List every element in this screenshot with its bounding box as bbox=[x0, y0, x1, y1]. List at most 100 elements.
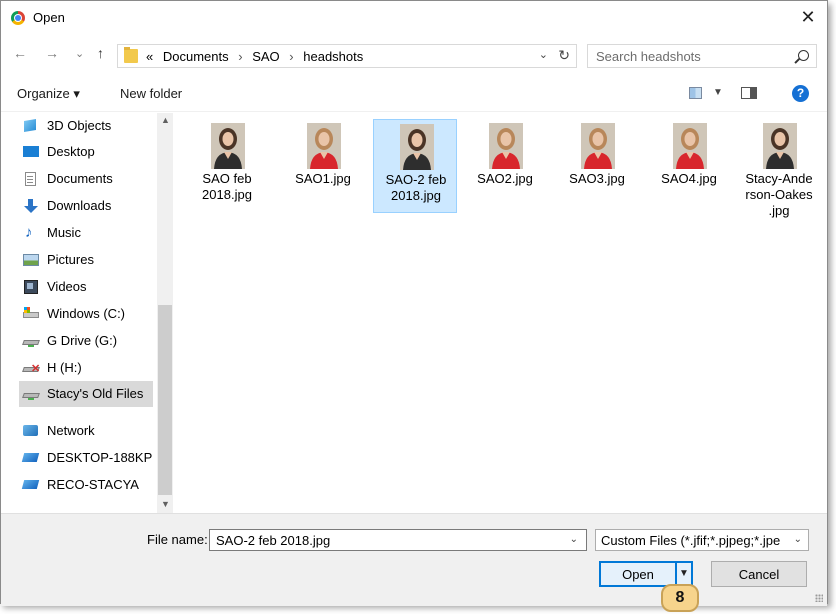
image-thumbnail bbox=[400, 124, 434, 170]
sidebar-item-pictures[interactable]: Pictures bbox=[19, 247, 153, 273]
back-button[interactable]: ← bbox=[13, 45, 27, 61]
sidebar-item-network[interactable]: Network bbox=[19, 418, 153, 444]
computer-icon bbox=[21, 478, 40, 491]
help-icon[interactable]: ? bbox=[792, 85, 809, 102]
change-view-icon[interactable] bbox=[689, 87, 702, 99]
image-thumbnail bbox=[489, 123, 523, 169]
breadcrumb-sao[interactable]: SAO bbox=[252, 49, 279, 64]
3d-objects-icon bbox=[23, 118, 39, 133]
image-thumbnail bbox=[581, 123, 615, 169]
chevron-right-icon[interactable]: › bbox=[289, 49, 293, 64]
cancel-button-label: Cancel bbox=[738, 567, 780, 582]
documents-icon bbox=[23, 172, 39, 186]
close-button[interactable]: ✕ bbox=[797, 6, 819, 28]
step-badge: 8 bbox=[661, 584, 699, 612]
open-button-label: Open bbox=[622, 567, 654, 582]
chevron-down-icon[interactable]: ⌄ bbox=[794, 534, 802, 545]
sidebar-item-label: Downloads bbox=[47, 198, 112, 213]
sidebar-item-label: Music bbox=[47, 225, 81, 240]
file-name-line: SAO-2 feb bbox=[385, 172, 447, 187]
sidebar-item-reco-stacya[interactable]: RECO-STACYA bbox=[19, 472, 153, 498]
scroll-down-icon[interactable]: ▼ bbox=[161, 499, 170, 509]
sidebar-item-label: H (H:) bbox=[47, 360, 82, 375]
music-icon: ♪ bbox=[25, 224, 33, 241]
file-item[interactable]: SAO3.jpg bbox=[555, 119, 639, 213]
breadcrumb-headshots[interactable]: headshots bbox=[303, 49, 363, 64]
chevron-right-icon[interactable]: › bbox=[238, 49, 242, 64]
file-item[interactable]: SAO-2 feb 2018.jpg bbox=[373, 119, 457, 213]
sidebar-item-label: Desktop bbox=[47, 144, 95, 159]
up-button[interactable]: ↑ bbox=[97, 45, 104, 61]
sidebar-item-g-drive-g[interactable]: G Drive (G:) bbox=[19, 328, 153, 354]
scrollbar-thumb[interactable] bbox=[158, 305, 172, 495]
sidebar-item-label: G Drive (G:) bbox=[47, 333, 118, 348]
organize-button[interactable]: Organize ▾ bbox=[17, 86, 80, 102]
file-name-line: SAO1.jpg bbox=[295, 171, 351, 186]
navigation-bar: ← → ⌄ ↑ « Documents › SAO › headshots ⌄ … bbox=[1, 41, 827, 71]
network-drive-icon bbox=[22, 334, 40, 347]
file-item[interactable]: SAO2.jpg bbox=[463, 119, 547, 213]
file-name-value[interactable]: SAO-2 feb 2018.jpg bbox=[216, 533, 330, 548]
desktop-icon bbox=[23, 145, 39, 158]
nav-scrollbar[interactable]: ▲ ▼ bbox=[157, 113, 173, 513]
file-name-line: Stacy-Ande bbox=[745, 171, 813, 186]
sidebar-item-windows-c[interactable]: Windows (C:) bbox=[19, 301, 153, 327]
sidebar-item-stacy-s-old-files[interactable]: Stacy's Old Files bbox=[19, 381, 153, 407]
command-bar: Organize ▾ New folder ▼ ? bbox=[1, 77, 827, 112]
open-button[interactable]: Open bbox=[599, 561, 677, 587]
new-folder-button[interactable]: New folder bbox=[120, 86, 182, 101]
dialog-footer: File name: SAO-2 feb 2018.jpg ⌄ Custom F… bbox=[1, 513, 827, 606]
sidebar-item-label: RECO-STACYA bbox=[47, 477, 139, 492]
search-icon bbox=[798, 50, 809, 61]
file-name-line: 2018.jpg bbox=[202, 187, 252, 202]
file-name-field[interactable]: SAO-2 feb 2018.jpg ⌄ bbox=[209, 529, 587, 551]
chevron-down-icon[interactable]: ⌄ bbox=[539, 48, 548, 61]
file-name-line: SAO2.jpg bbox=[477, 171, 533, 186]
sidebar-item-desktop[interactable]: Desktop bbox=[19, 139, 153, 165]
file-name-label: File name: bbox=[147, 532, 208, 547]
sidebar-item-desktop-188kp[interactable]: DESKTOP-188KP bbox=[19, 445, 153, 471]
file-item[interactable]: SAO4.jpg bbox=[647, 119, 731, 213]
sidebar-item-documents[interactable]: Documents bbox=[19, 166, 153, 192]
preview-pane-icon[interactable] bbox=[741, 87, 757, 99]
cancel-button[interactable]: Cancel bbox=[711, 561, 807, 587]
file-item[interactable]: Stacy-Ande rson-Oakes .jpg bbox=[737, 119, 821, 218]
file-name: SAO3.jpg bbox=[555, 171, 639, 187]
address-bar[interactable]: « Documents › SAO › headshots ⌄ ↻ bbox=[117, 44, 577, 68]
sidebar-item-label: Stacy's Old Files bbox=[47, 386, 144, 401]
file-name-line: 2018.jpg bbox=[391, 188, 441, 203]
sidebar-item-downloads[interactable]: Downloads bbox=[19, 193, 153, 219]
sidebar-item-label: DESKTOP-188KP bbox=[47, 450, 153, 465]
chevron-down-icon[interactable]: ⌄ bbox=[570, 534, 578, 545]
sidebar-item-videos[interactable]: Videos bbox=[19, 274, 153, 300]
recent-locations-button[interactable]: ⌄ bbox=[75, 47, 84, 60]
disconnected-drive-icon: ✕ bbox=[22, 361, 40, 375]
refresh-icon[interactable]: ↻ bbox=[558, 47, 570, 64]
file-item[interactable]: SAO feb 2018.jpg bbox=[185, 119, 269, 213]
search-input[interactable]: Search headshots bbox=[596, 49, 701, 64]
breadcrumb: « Documents › SAO › headshots bbox=[146, 49, 363, 64]
search-box[interactable]: Search headshots bbox=[587, 44, 817, 68]
file-name: SAO-2 feb 2018.jpg bbox=[374, 172, 458, 204]
file-name: SAO1.jpg bbox=[281, 171, 365, 187]
scroll-up-icon[interactable]: ▲ bbox=[161, 115, 170, 125]
sidebar-item-music[interactable]: ♪ Music bbox=[19, 220, 153, 246]
view-menu-arrow-icon[interactable]: ▼ bbox=[713, 87, 723, 98]
breadcrumb-overflow[interactable]: « bbox=[146, 49, 153, 64]
sidebar-item-label: Network bbox=[47, 423, 95, 438]
file-item[interactable]: SAO1.jpg bbox=[281, 119, 365, 213]
forward-button[interactable]: → bbox=[45, 45, 59, 61]
open-dialog: Open ✕ ← → ⌄ ↑ « Documents › SAO › heads… bbox=[0, 0, 828, 606]
file-type-select[interactable]: Custom Files (*.jfif;*.pjpeg;*.jpe ⌄ bbox=[595, 529, 809, 551]
sidebar-item-h-h[interactable]: ✕ H (H:) bbox=[19, 355, 153, 381]
file-name-line: SAO3.jpg bbox=[569, 171, 625, 186]
file-name: Stacy-Ande rson-Oakes .jpg bbox=[737, 171, 821, 219]
file-name-line: SAO feb bbox=[202, 171, 252, 186]
file-type-value[interactable]: Custom Files (*.jfif;*.pjpeg;*.jpe bbox=[601, 533, 787, 548]
file-name: SAO2.jpg bbox=[463, 171, 547, 187]
resize-grip-icon[interactable] bbox=[815, 594, 823, 602]
image-thumbnail bbox=[211, 123, 245, 169]
drive-icon bbox=[23, 307, 39, 320]
breadcrumb-documents[interactable]: Documents bbox=[163, 49, 229, 64]
sidebar-item-3d-objects[interactable]: 3D Objects bbox=[19, 113, 153, 139]
